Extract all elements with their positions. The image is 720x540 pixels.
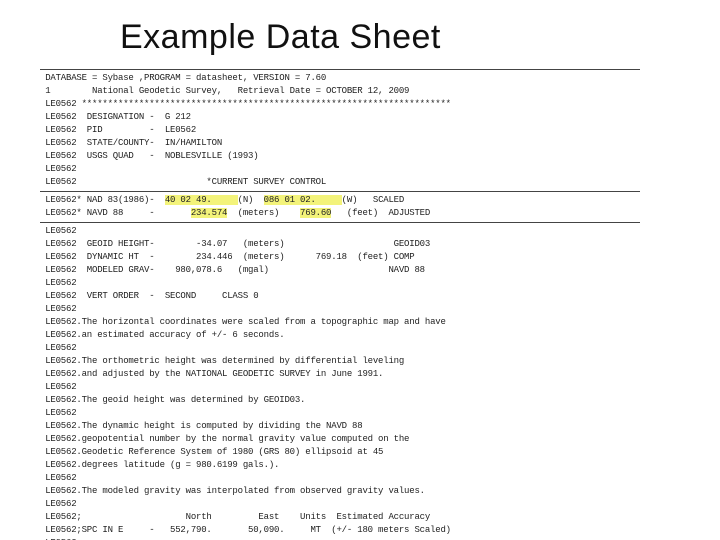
spc-row: LE0562;SPC IN E - 552,790. 50,090. MT (+… xyxy=(40,525,451,535)
page-title: Example Data Sheet xyxy=(0,0,720,67)
blank: LE0562 xyxy=(40,304,76,314)
lat-value: 40 02 49. xyxy=(165,195,238,205)
note-ortho-1: LE0562.The orthometric height was determ… xyxy=(40,356,404,366)
lon-value: 086 01 02. xyxy=(264,195,342,205)
datasheet-coords: LE0562* NAD 83(1986)- 40 02 49. (N) 086 … xyxy=(40,194,680,220)
designation: LE0562 DESIGNATION - G 212 xyxy=(40,112,191,122)
note-dyn-1: LE0562.The dynamic height is computed by… xyxy=(40,421,362,431)
note-horiz-1: LE0562.The horizontal coordinates were s… xyxy=(40,317,446,327)
state-county: LE0562 STATE/COUNTY- IN/HAMILTON xyxy=(40,138,222,148)
blank: LE0562 xyxy=(40,164,76,174)
star-row: LE0562 *********************************… xyxy=(40,99,451,109)
navd88-line: LE0562* NAVD 88 - 234.574 (meters) 769.6… xyxy=(40,208,430,218)
elev-ft: 769.60 xyxy=(300,208,331,218)
blank: LE0562 xyxy=(40,499,76,509)
note-ortho-2: LE0562.and adjusted by the NATIONAL GEOD… xyxy=(40,369,383,379)
rule-mid2 xyxy=(40,222,640,223)
blank: LE0562 xyxy=(40,382,76,392)
datasheet-text: DATABASE = Sybase ,PROGRAM = datasheet, … xyxy=(40,72,680,189)
nad83-line: LE0562* NAD 83(1986)- 40 02 49. (N) 086 … xyxy=(40,195,404,205)
org-line: 1 National Geodetic Survey, Retrieval Da… xyxy=(40,86,409,96)
rule-mid xyxy=(40,191,640,192)
blank: LE0562 xyxy=(40,343,76,353)
spc-header: LE0562; North East Units Estimated Accur… xyxy=(40,512,430,522)
note-dyn-4: LE0562.degrees latitude (g = 980.6199 ga… xyxy=(40,460,279,470)
geoid-height: LE0562 GEOID HEIGHT- -34.07 (meters) GEO… xyxy=(40,239,430,249)
rule-top xyxy=(40,69,640,70)
modeled-grav: LE0562 MODELED GRAV- 980,078.6 (mgal) NA… xyxy=(40,265,425,275)
elev-m: 234.574 xyxy=(191,208,227,218)
blank: LE0562 xyxy=(40,278,76,288)
note-geoid: LE0562.The geoid height was determined b… xyxy=(40,395,305,405)
note-dyn-2: LE0562.geopotential number by the normal… xyxy=(40,434,409,444)
dynamic-height: LE0562 DYNAMIC HT - 234.446 (meters) 769… xyxy=(40,252,414,262)
db-line: DATABASE = Sybase ,PROGRAM = datasheet, … xyxy=(40,73,326,83)
pid-line: LE0562 PID - LE0562 xyxy=(40,125,196,135)
note-horiz-2: LE0562.an estimated accuracy of +/- 6 se… xyxy=(40,330,284,340)
survey-header: LE0562 *CURRENT SURVEY CONTROL xyxy=(40,177,326,187)
blank: LE0562 xyxy=(40,473,76,483)
blank: LE0562 xyxy=(40,226,76,236)
usgs-quad: LE0562 USGS QUAD - NOBLESVILLE (1993) xyxy=(40,151,258,161)
blank: LE0562 xyxy=(40,408,76,418)
datasheet-container: DATABASE = Sybase ,PROGRAM = datasheet, … xyxy=(40,67,680,540)
note-grav: LE0562.The modeled gravity was interpola… xyxy=(40,486,425,496)
vert-order: LE0562 VERT ORDER - SECOND CLASS 0 xyxy=(40,291,258,301)
note-dyn-3: LE0562.Geodetic Reference System of 1980… xyxy=(40,447,383,457)
datasheet-body: LE0562 LE0562 GEOID HEIGHT- -34.07 (mete… xyxy=(40,225,680,540)
